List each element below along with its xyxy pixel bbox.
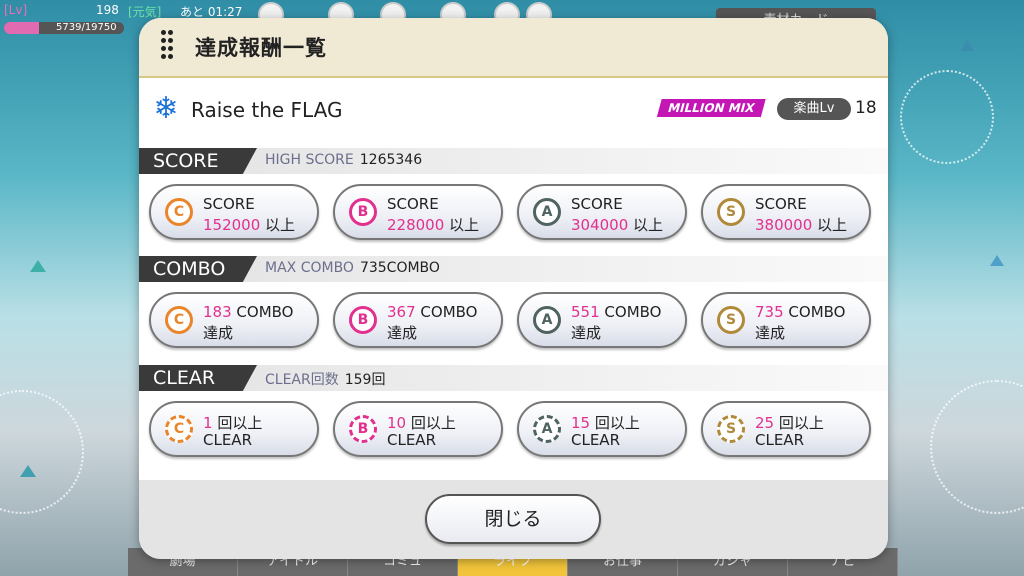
section-sub-label: HIGH SCORE [265, 152, 354, 168]
snowflake-icon: ❄ [153, 91, 179, 126]
section-sub-label: MAX COMBO [265, 260, 354, 276]
bg-dots [900, 70, 994, 164]
reward-label: SCORE [755, 195, 807, 213]
section-sub-value: 735COMBO [359, 260, 440, 276]
reward-clear-c[interactable]: C 1 回以上 CLEAR [149, 401, 319, 457]
reward-value-line: 25 回以上 [755, 414, 824, 432]
reward-score-b[interactable]: B SCORE 228000 以上 [333, 184, 503, 240]
section-sub: CLEAR回数 159回 [265, 369, 385, 389]
reward-value-line: 183 COMBO [203, 303, 294, 321]
rank-b-ribbon-icon: B [349, 306, 377, 334]
reward-label: 達成 [387, 324, 418, 342]
section-label: CLEAR [139, 365, 257, 391]
reward-value-line: 380000 以上 [755, 216, 848, 234]
song-title: Raise the FLAG [191, 98, 343, 122]
reward-combo-b[interactable]: B 367 COMBO 達成 [333, 292, 503, 348]
reward-clear-a[interactable]: A 15 回以上 CLEAR [517, 401, 687, 457]
rank-a-medal-icon: A [533, 198, 561, 226]
song-info: ❄ Raise the FLAG MILLION MIX 楽曲Lv 18 [139, 88, 888, 132]
reward-value-line: 735 COMBO [755, 303, 846, 321]
section-combo-header: COMBO MAX COMBO 735COMBO [139, 256, 888, 282]
section-sub-value: 1265346 [359, 152, 423, 168]
clear-rewards-row: C 1 回以上 CLEAR B 10 回以上 CLEAR A 15 回以上 CL… [149, 401, 879, 461]
rank-c-ribbon-icon: C [165, 306, 193, 334]
reward-combo-c[interactable]: C 183 COMBO 達成 [149, 292, 319, 348]
grip-icon [161, 30, 173, 62]
level-tag: [Lv] [4, 3, 28, 17]
dialog-header: 達成報酬一覧 [139, 18, 888, 78]
section-sub-label: CLEAR回数 [265, 372, 339, 388]
score-rewards-row: C SCORE 152000 以上 B SCORE 228000 以上 A SC… [149, 184, 879, 244]
reward-value-line: 10 回以上 [387, 414, 456, 432]
reward-label: SCORE [571, 195, 623, 213]
reward-label: CLEAR [755, 431, 804, 449]
bg-triangle [30, 260, 46, 272]
reward-combo-s[interactable]: S 735 COMBO 達成 [701, 292, 871, 348]
section-sub-value: 159回 [344, 372, 386, 388]
exp-bar-fill [4, 22, 39, 34]
reward-value-line: 228000 以上 [387, 216, 480, 234]
rank-s-wheel-icon: S [717, 415, 745, 443]
rank-b-wheel-icon: B [349, 415, 377, 443]
song-level-value: 18 [855, 98, 877, 118]
close-button[interactable]: 閉じる [425, 494, 601, 544]
section-score-header: SCORE HIGH SCORE 1265346 [139, 148, 888, 174]
rank-c-wheel-icon: C [165, 415, 193, 443]
song-level-label: 楽曲Lv [777, 98, 851, 120]
section-sub: HIGH SCORE 1265346 [265, 152, 422, 168]
reward-clear-b[interactable]: B 10 回以上 CLEAR [333, 401, 503, 457]
reward-value-line: 367 COMBO [387, 303, 478, 321]
reward-clear-s[interactable]: S 25 回以上 CLEAR [701, 401, 871, 457]
rank-b-medal-icon: B [349, 198, 377, 226]
reward-score-c[interactable]: C SCORE 152000 以上 [149, 184, 319, 240]
player-level: 198 [96, 3, 119, 17]
bg-triangle [990, 255, 1004, 266]
dialog-title: 達成報酬一覧 [195, 36, 327, 60]
reward-label: CLEAR [387, 431, 436, 449]
bg-triangle [960, 40, 974, 51]
reward-value-line: 551 COMBO [571, 303, 662, 321]
rank-a-ribbon-icon: A [533, 306, 561, 334]
exp-text: 5739/19750 [56, 22, 117, 33]
section-clear-header: CLEAR CLEAR回数 159回 [139, 365, 888, 391]
reward-label: 達成 [203, 324, 234, 342]
reward-label: CLEAR [203, 431, 252, 449]
reward-label: 達成 [571, 324, 602, 342]
reward-score-a[interactable]: A SCORE 304000 以上 [517, 184, 687, 240]
reward-value-line: 1 回以上 [203, 414, 263, 432]
reward-label: SCORE [387, 195, 439, 213]
dialog-footer: 閉じる [139, 480, 888, 559]
reward-label: CLEAR [571, 431, 620, 449]
reward-value-line: 152000 以上 [203, 216, 296, 234]
rank-s-ribbon-icon: S [717, 306, 745, 334]
achievement-rewards-dialog: 達成報酬一覧 ❄ Raise the FLAG MILLION MIX 楽曲Lv… [139, 18, 888, 559]
bg-dots [0, 390, 84, 514]
million-mix-badge: MILLION MIX [656, 99, 766, 119]
reward-value-line: 304000 以上 [571, 216, 664, 234]
rank-c-medal-icon: C [165, 198, 193, 226]
bg-dots [930, 380, 1024, 514]
reward-value-line: 15 回以上 [571, 414, 640, 432]
section-label: COMBO [139, 256, 257, 282]
combo-rewards-row: C 183 COMBO 達成 B 367 COMBO 達成 A 551 COMB… [149, 292, 879, 352]
reward-score-s[interactable]: S SCORE 380000 以上 [701, 184, 871, 240]
reward-combo-a[interactable]: A 551 COMBO 達成 [517, 292, 687, 348]
section-label: SCORE [139, 148, 257, 174]
reward-label: 達成 [755, 324, 786, 342]
rank-s-medal-icon: S [717, 198, 745, 226]
section-sub: MAX COMBO 735COMBO [265, 260, 440, 276]
reward-label: SCORE [203, 195, 255, 213]
rank-a-wheel-icon: A [533, 415, 561, 443]
